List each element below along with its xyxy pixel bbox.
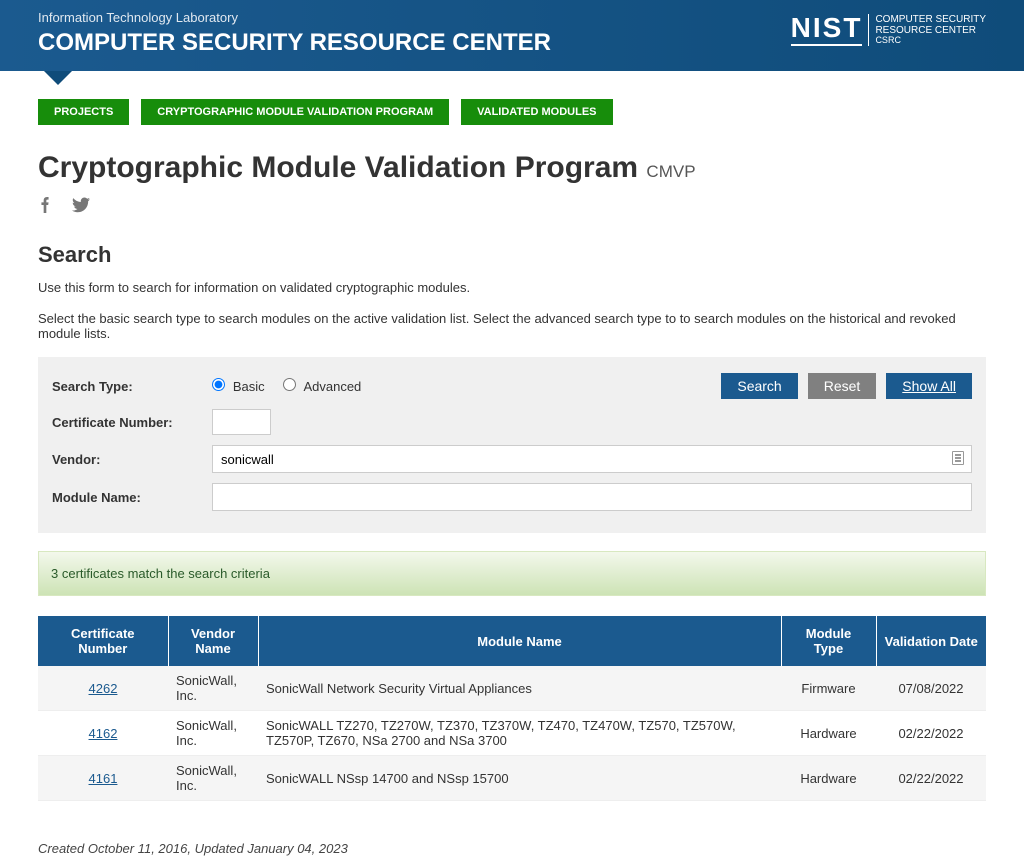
cell-date: 07/08/2022 (876, 666, 986, 711)
results-table: Certificate Number Vendor Name Module Na… (38, 616, 986, 801)
cell-vendor: SonicWall, Inc. (168, 666, 258, 711)
nist-logo: NIST COMPUTER SECURITY RESOURCE CENTER C… (791, 14, 986, 46)
label-vendor: Vendor: (52, 452, 212, 467)
cell-date: 02/22/2022 (876, 756, 986, 801)
cell-module: SonicWALL NSsp 14700 and NSsp 15700 (258, 756, 781, 801)
facebook-icon[interactable] (38, 197, 52, 218)
search-heading: Search (38, 242, 986, 268)
cell-type: Hardware (781, 756, 876, 801)
table-body: 4262 SonicWall, Inc. SonicWall Network S… (38, 666, 986, 801)
cell-vendor: SonicWall, Inc. (168, 711, 258, 756)
radio-advanced-label: Advanced (303, 379, 361, 394)
cell-vendor: SonicWall, Inc. (168, 756, 258, 801)
search-desc-2: Select the basic search type to search m… (38, 311, 986, 341)
footer-note: Created October 11, 2016, Updated Januar… (38, 841, 986, 856)
cert-link[interactable]: 4161 (89, 771, 118, 786)
cell-type: Hardware (781, 711, 876, 756)
cert-link[interactable]: 4162 (89, 726, 118, 741)
label-cert-no: Certificate Number: (52, 415, 212, 430)
share-bar (38, 197, 986, 218)
table-header-row: Certificate Number Vendor Name Module Na… (38, 616, 986, 666)
page-title: Cryptographic Module Validation Program … (38, 151, 986, 185)
label-search-type: Search Type: (52, 379, 212, 394)
search-form: Search Type: Basic Advanced Search Reset… (38, 357, 986, 533)
table-row: 4262 SonicWall, Inc. SonicWall Network S… (38, 666, 986, 711)
site-header: Information Technology Laboratory COMPUT… (0, 0, 1024, 71)
th-vendor[interactable]: Vendor Name (168, 616, 258, 666)
cell-date: 02/22/2022 (876, 711, 986, 756)
reset-button[interactable]: Reset (808, 373, 877, 399)
autocomplete-icon (952, 451, 964, 465)
breadcrumb-cmvp[interactable]: CRYPTOGRAPHIC MODULE VALIDATION PROGRAM (141, 99, 449, 125)
button-row: Search Reset Show All (721, 373, 972, 399)
table-row: 4162 SonicWall, Inc. SonicWALL TZ270, TZ… (38, 711, 986, 756)
breadcrumbs: PROJECTS CRYPTOGRAPHIC MODULE VALIDATION… (38, 99, 986, 125)
radio-basic-label: Basic (233, 379, 265, 394)
radio-advanced[interactable] (283, 378, 296, 391)
th-cert[interactable]: Certificate Number (38, 616, 168, 666)
radio-basic[interactable] (212, 378, 225, 391)
cell-type: Firmware (781, 666, 876, 711)
label-module-name: Module Name: (52, 490, 212, 505)
main-container: PROJECTS CRYPTOGRAPHIC MODULE VALIDATION… (0, 71, 1024, 866)
cert-number-input[interactable] (212, 409, 271, 435)
table-row: 4161 SonicWall, Inc. SonicWALL NSsp 1470… (38, 756, 986, 801)
search-button[interactable]: Search (721, 373, 797, 399)
cell-module: SonicWALL TZ270, TZ270W, TZ370, TZ370W, … (258, 711, 781, 756)
cert-link[interactable]: 4262 (89, 681, 118, 696)
cell-module: SonicWall Network Security Virtual Appli… (258, 666, 781, 711)
twitter-icon[interactable] (72, 197, 90, 218)
th-type[interactable]: Module Type (781, 616, 876, 666)
vendor-input[interactable] (212, 445, 972, 473)
header-arrow (44, 71, 72, 85)
module-name-input[interactable] (212, 483, 972, 511)
breadcrumb-projects[interactable]: PROJECTS (38, 99, 129, 125)
result-banner: 3 certificates match the search criteria (38, 551, 986, 596)
nist-subtext: COMPUTER SECURITY RESOURCE CENTER CSRC (868, 14, 986, 46)
showall-button[interactable]: Show All (886, 373, 972, 399)
th-module[interactable]: Module Name (258, 616, 781, 666)
th-date[interactable]: Validation Date (876, 616, 986, 666)
nist-wordmark: NIST (791, 14, 863, 46)
search-desc-1: Use this form to search for information … (38, 280, 986, 295)
breadcrumb-validated-modules[interactable]: VALIDATED MODULES (461, 99, 612, 125)
